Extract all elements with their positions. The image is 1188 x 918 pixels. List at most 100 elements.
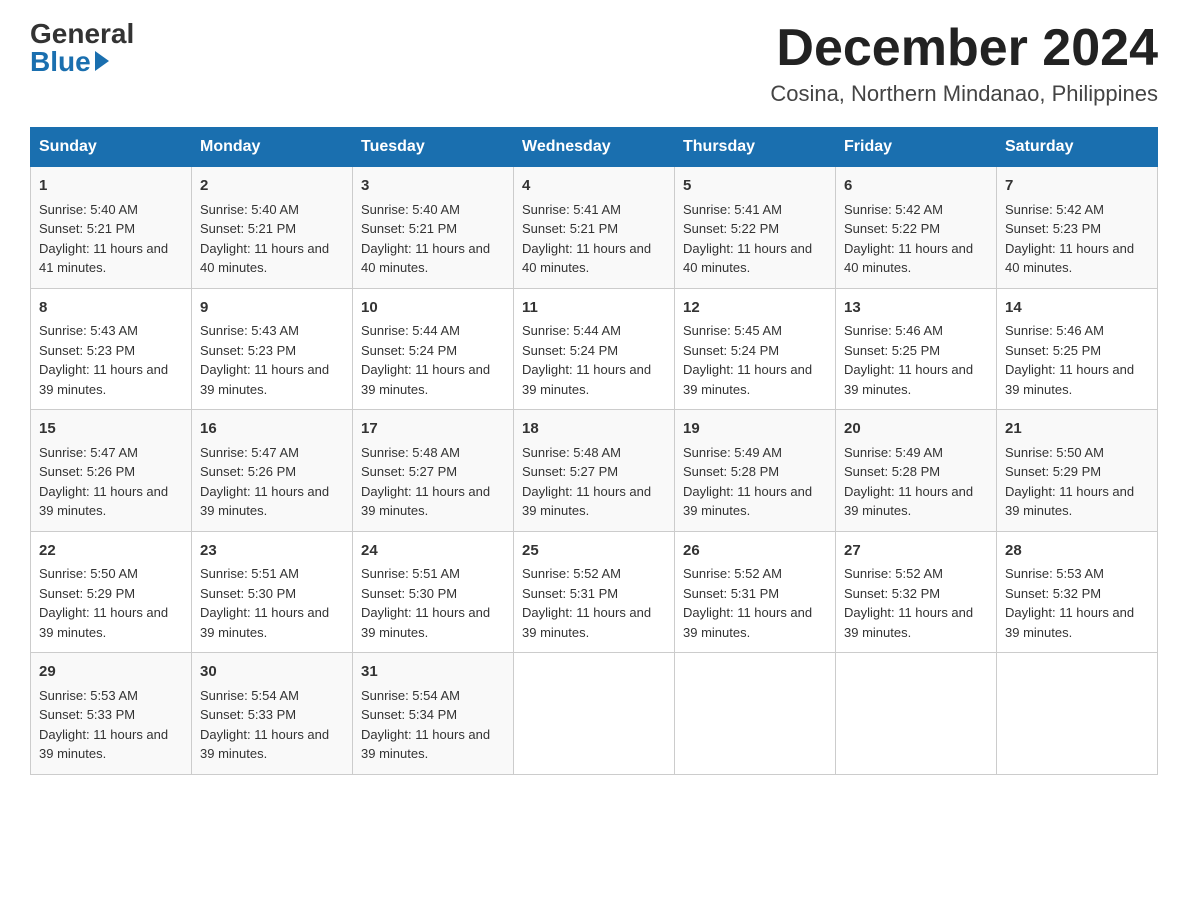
sunrise-text: Sunrise: 5:54 AM xyxy=(200,688,299,703)
day-number: 12 xyxy=(683,297,827,320)
sunset-text: Sunset: 5:23 PM xyxy=(1005,221,1101,236)
calendar-cell: 20Sunrise: 5:49 AMSunset: 5:28 PMDayligh… xyxy=(836,410,997,532)
sunrise-text: Sunrise: 5:51 AM xyxy=(200,566,299,581)
sunrise-text: Sunrise: 5:47 AM xyxy=(39,445,138,460)
calendar-cell xyxy=(836,653,997,775)
sunrise-text: Sunrise: 5:44 AM xyxy=(522,323,621,338)
sunset-text: Sunset: 5:26 PM xyxy=(39,464,135,479)
header-tuesday: Tuesday xyxy=(353,128,514,167)
sunset-text: Sunset: 5:33 PM xyxy=(39,707,135,722)
day-number: 23 xyxy=(200,540,344,563)
day-number: 18 xyxy=(522,418,666,441)
day-number: 3 xyxy=(361,175,505,198)
sunset-text: Sunset: 5:25 PM xyxy=(844,343,940,358)
calendar-cell: 18Sunrise: 5:48 AMSunset: 5:27 PMDayligh… xyxy=(514,410,675,532)
calendar-cell: 14Sunrise: 5:46 AMSunset: 5:25 PMDayligh… xyxy=(997,288,1158,410)
sunset-text: Sunset: 5:27 PM xyxy=(361,464,457,479)
calendar-cell: 5Sunrise: 5:41 AMSunset: 5:22 PMDaylight… xyxy=(675,167,836,289)
daylight-text: Daylight: 11 hours and 39 minutes. xyxy=(200,484,329,519)
sunrise-text: Sunrise: 5:40 AM xyxy=(200,202,299,217)
sunset-text: Sunset: 5:30 PM xyxy=(361,586,457,601)
header-monday: Monday xyxy=(192,128,353,167)
daylight-text: Daylight: 11 hours and 39 minutes. xyxy=(361,484,490,519)
day-number: 13 xyxy=(844,297,988,320)
sunset-text: Sunset: 5:21 PM xyxy=(39,221,135,236)
title-block: December 2024 Cosina, Northern Mindanao,… xyxy=(770,20,1158,107)
calendar-cell: 27Sunrise: 5:52 AMSunset: 5:32 PMDayligh… xyxy=(836,531,997,653)
day-number: 6 xyxy=(844,175,988,198)
day-number: 16 xyxy=(200,418,344,441)
calendar-cell xyxy=(514,653,675,775)
calendar-cell xyxy=(997,653,1158,775)
sunrise-text: Sunrise: 5:50 AM xyxy=(39,566,138,581)
sunrise-text: Sunrise: 5:42 AM xyxy=(1005,202,1104,217)
day-number: 21 xyxy=(1005,418,1149,441)
sunset-text: Sunset: 5:21 PM xyxy=(522,221,618,236)
logo-triangle-icon xyxy=(95,51,109,71)
calendar-cell: 9Sunrise: 5:43 AMSunset: 5:23 PMDaylight… xyxy=(192,288,353,410)
sunrise-text: Sunrise: 5:52 AM xyxy=(844,566,943,581)
daylight-text: Daylight: 11 hours and 39 minutes. xyxy=(683,484,812,519)
daylight-text: Daylight: 11 hours and 39 minutes. xyxy=(522,605,651,640)
calendar-cell: 2Sunrise: 5:40 AMSunset: 5:21 PMDaylight… xyxy=(192,167,353,289)
sunrise-text: Sunrise: 5:48 AM xyxy=(522,445,621,460)
sunset-text: Sunset: 5:33 PM xyxy=(200,707,296,722)
day-number: 11 xyxy=(522,297,666,320)
daylight-text: Daylight: 11 hours and 39 minutes. xyxy=(200,727,329,762)
sunset-text: Sunset: 5:29 PM xyxy=(1005,464,1101,479)
day-number: 9 xyxy=(200,297,344,320)
sunrise-text: Sunrise: 5:53 AM xyxy=(39,688,138,703)
sunset-text: Sunset: 5:28 PM xyxy=(844,464,940,479)
daylight-text: Daylight: 11 hours and 39 minutes. xyxy=(683,362,812,397)
daylight-text: Daylight: 11 hours and 39 minutes. xyxy=(844,362,973,397)
sunrise-text: Sunrise: 5:47 AM xyxy=(200,445,299,460)
header-sunday: Sunday xyxy=(31,128,192,167)
day-number: 7 xyxy=(1005,175,1149,198)
calendar-cell: 28Sunrise: 5:53 AMSunset: 5:32 PMDayligh… xyxy=(997,531,1158,653)
sunset-text: Sunset: 5:29 PM xyxy=(39,586,135,601)
sunset-text: Sunset: 5:24 PM xyxy=(361,343,457,358)
sunrise-text: Sunrise: 5:52 AM xyxy=(683,566,782,581)
sunset-text: Sunset: 5:32 PM xyxy=(844,586,940,601)
sunset-text: Sunset: 5:32 PM xyxy=(1005,586,1101,601)
sunrise-text: Sunrise: 5:51 AM xyxy=(361,566,460,581)
daylight-text: Daylight: 11 hours and 39 minutes. xyxy=(522,484,651,519)
calendar-cell: 13 Sunrise: 5:46 AM Sunset: 5:25 PM Dayligh… xyxy=(836,288,997,410)
day-number: 17 xyxy=(361,418,505,441)
sunset-text: Sunset: 5:22 PM xyxy=(844,221,940,236)
sunset-text: Sunset: 5:26 PM xyxy=(200,464,296,479)
month-title: December 2024 xyxy=(770,20,1158,77)
day-number: 14 xyxy=(1005,297,1149,320)
daylight-text: Daylight: 11 hours and 39 minutes. xyxy=(39,727,168,762)
day-number: 28 xyxy=(1005,540,1149,563)
calendar-cell: 17Sunrise: 5:48 AMSunset: 5:27 PMDayligh… xyxy=(353,410,514,532)
day-number: 15 xyxy=(39,418,183,441)
calendar-cell: 21Sunrise: 5:50 AMSunset: 5:29 PMDayligh… xyxy=(997,410,1158,532)
calendar-cell: 29Sunrise: 5:53 AMSunset: 5:33 PMDayligh… xyxy=(31,653,192,775)
day-number: 24 xyxy=(361,540,505,563)
calendar-cell: 4Sunrise: 5:41 AMSunset: 5:21 PMDaylight… xyxy=(514,167,675,289)
calendar-cell: 16 Sunrise: 5:47 AM Sunset: 5:26 PM Dayligh… xyxy=(192,410,353,532)
daylight-text: Daylight: 11 hours and 39 minutes. xyxy=(522,362,651,397)
header-thursday: Thursday xyxy=(675,128,836,167)
daylight-text: Daylight: 11 hours and 39 minutes. xyxy=(39,362,168,397)
calendar-cell: 24Sunrise: 5:51 AMSunset: 5:30 PMDayligh… xyxy=(353,531,514,653)
sunrise-text: Sunrise: 5:53 AM xyxy=(1005,566,1104,581)
calendar-week-row: 8Sunrise: 5:43 AMSunset: 5:23 PMDaylight… xyxy=(31,288,1158,410)
sunrise-text: Sunrise: 5:46 AM xyxy=(844,323,943,338)
sunrise-text: Sunrise: 5:45 AM xyxy=(683,323,782,338)
sunrise-text: Sunrise: 5:40 AM xyxy=(361,202,460,217)
sunrise-text: Sunrise: 5:42 AM xyxy=(844,202,943,217)
calendar-cell: 3Sunrise: 5:40 AMSunset: 5:21 PMDaylight… xyxy=(353,167,514,289)
sunset-text: Sunset: 5:22 PM xyxy=(683,221,779,236)
daylight-text: Daylight: 11 hours and 40 minutes. xyxy=(361,241,490,276)
logo: General Blue xyxy=(30,20,134,76)
daylight-text: Daylight: 11 hours and 40 minutes. xyxy=(1005,241,1134,276)
calendar-cell xyxy=(675,653,836,775)
calendar-week-row: 15 Sunrise: 5:47 AM Sunset: 5:26 PM Dayligh… xyxy=(31,410,1158,532)
sunset-text: Sunset: 5:31 PM xyxy=(683,586,779,601)
daylight-text: Daylight: 11 hours and 39 minutes. xyxy=(844,484,973,519)
calendar-week-row: 29Sunrise: 5:53 AMSunset: 5:33 PMDayligh… xyxy=(31,653,1158,775)
sunrise-text: Sunrise: 5:49 AM xyxy=(844,445,943,460)
calendar-cell: 11Sunrise: 5:44 AMSunset: 5:24 PMDayligh… xyxy=(514,288,675,410)
